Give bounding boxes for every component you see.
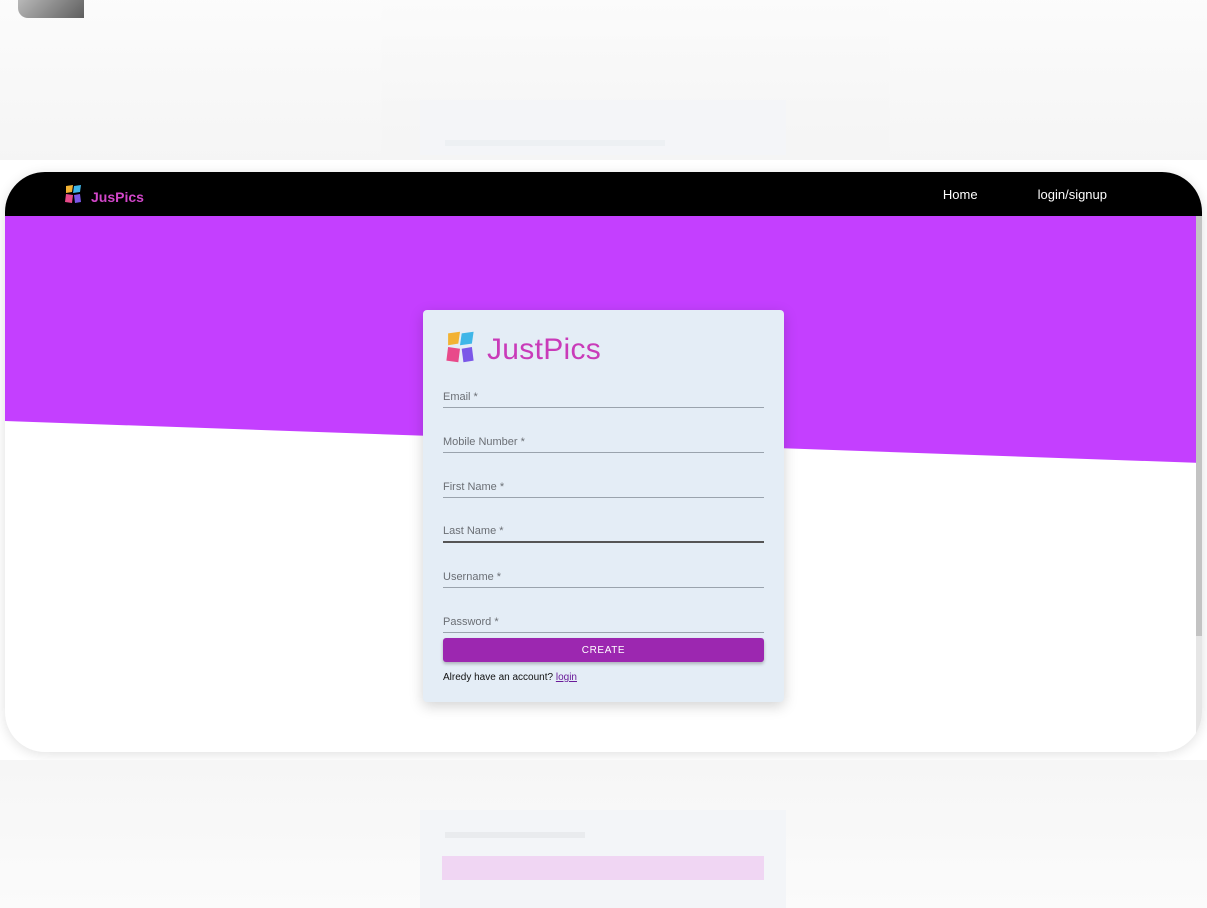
nav-links: Home login/signup	[943, 172, 1107, 216]
email-field[interactable]: Email *	[443, 380, 764, 408]
first-name-field[interactable]: First Name *	[443, 470, 764, 498]
bottom-reflection	[0, 760, 1207, 908]
signup-card: JustPics Email * Mobile Number * First N…	[423, 310, 784, 702]
create-button[interactable]: CREATE	[443, 638, 764, 662]
reflection-text	[445, 832, 585, 838]
brand[interactable]: JusPics	[63, 184, 144, 209]
scrollbar-thumb[interactable]	[1196, 216, 1202, 636]
justpics-logo-icon	[63, 184, 83, 209]
reflection-button	[442, 856, 764, 880]
nav-login-signup-link[interactable]: login/signup	[1038, 187, 1107, 202]
reflection-card	[420, 100, 786, 155]
email-input[interactable]	[443, 380, 764, 407]
navbar: JusPics Home login/signup	[5, 172, 1202, 216]
login-prompt: Alredy have an account? login	[443, 672, 577, 683]
card-title: JustPics	[487, 332, 602, 366]
last-name-field[interactable]: Last Name *	[443, 515, 764, 543]
card-logo: JustPics	[443, 330, 601, 369]
mobile-number-input[interactable]	[443, 425, 764, 452]
reflection-text	[445, 140, 665, 146]
top-reflection	[0, 0, 1207, 160]
password-field[interactable]: Password *	[443, 605, 764, 633]
justpics-logo-icon	[443, 330, 477, 369]
last-name-input[interactable]	[443, 515, 764, 541]
first-name-input[interactable]	[443, 470, 764, 497]
brand-name: JusPics	[91, 188, 144, 205]
account-prompt-text: Alredy have an account?	[443, 672, 554, 683]
mobile-number-field[interactable]: Mobile Number *	[443, 425, 764, 453]
app-window: JusPics Home login/signup JustPics Email…	[5, 172, 1202, 752]
password-input[interactable]	[443, 605, 764, 632]
username-input[interactable]	[443, 560, 764, 587]
nav-home-link[interactable]: Home	[943, 187, 978, 202]
login-link[interactable]: login	[556, 672, 577, 683]
corner-thumbnail	[18, 0, 84, 18]
username-field[interactable]: Username *	[443, 560, 764, 588]
